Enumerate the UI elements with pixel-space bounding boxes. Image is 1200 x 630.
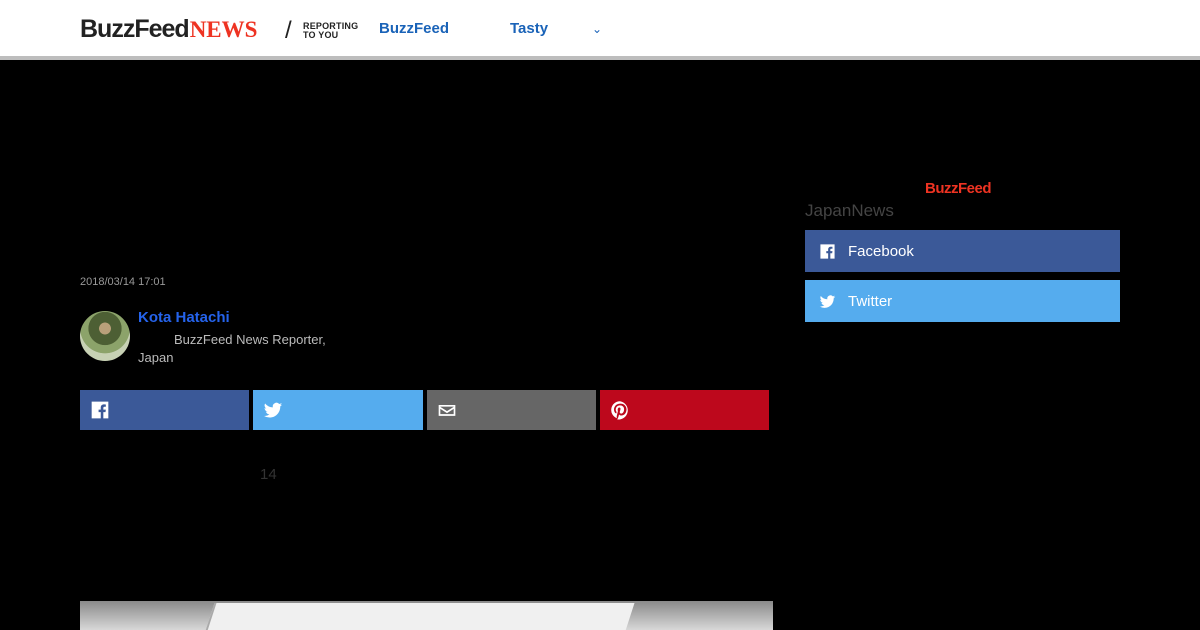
sidebar-title: JapanNews — [805, 201, 894, 220]
logo-slash: / — [285, 17, 292, 44]
author-name-link[interactable]: Kota Hatachi — [138, 309, 230, 326]
share-facebook-button[interactable] — [80, 390, 250, 430]
share-count: 14 — [260, 466, 277, 483]
top-navigation-bar: BuzzFeed NEWS / REPORTING TO YOU BuzzFee… — [0, 0, 1200, 60]
mail-icon — [438, 405, 455, 416]
author-role: BuzzFeed News Reporter, Japan — [138, 332, 326, 365]
article-date: 2018/03/14 17:01 — [80, 276, 166, 288]
sidebar-facebook-label: Facebook — [848, 242, 914, 260]
nav-link-tasty[interactable]: Tasty — [510, 20, 548, 37]
twitter-icon — [264, 402, 283, 418]
sidebar-buzzfeed-logo[interactable]: BuzzFeed — [925, 180, 992, 197]
share-pinterest-button[interactable] — [599, 390, 769, 430]
share-twitter-button[interactable] — [253, 390, 423, 430]
twitter-icon — [819, 294, 836, 308]
nav-link-buzzfeed[interactable]: BuzzFeed — [379, 20, 449, 37]
tagline: REPORTING TO YOU — [303, 22, 358, 40]
buzzfeed-news-logo[interactable]: BuzzFeed NEWS — [80, 15, 257, 43]
facebook-icon — [820, 243, 835, 259]
share-email-button[interactable] — [426, 390, 596, 430]
chevron-down-icon[interactable]: ⌄ — [592, 22, 602, 36]
sidebar-facebook-button[interactable]: Facebook — [805, 230, 1120, 272]
sidebar-twitter-label: Twitter — [848, 292, 893, 310]
sidebar-twitter-button[interactable]: Twitter — [805, 280, 1120, 322]
facebook-icon — [91, 401, 109, 419]
tagline-line-2: TO YOU — [303, 30, 339, 40]
article-photo — [80, 601, 773, 630]
logo-news-text: NEWS — [189, 17, 258, 42]
logo-buzzfeed-text: BuzzFeed — [80, 15, 190, 43]
share-buttons-row — [80, 390, 769, 430]
pinterest-icon — [610, 401, 628, 420]
author-avatar[interactable] — [80, 311, 130, 361]
photo-document — [201, 603, 635, 630]
